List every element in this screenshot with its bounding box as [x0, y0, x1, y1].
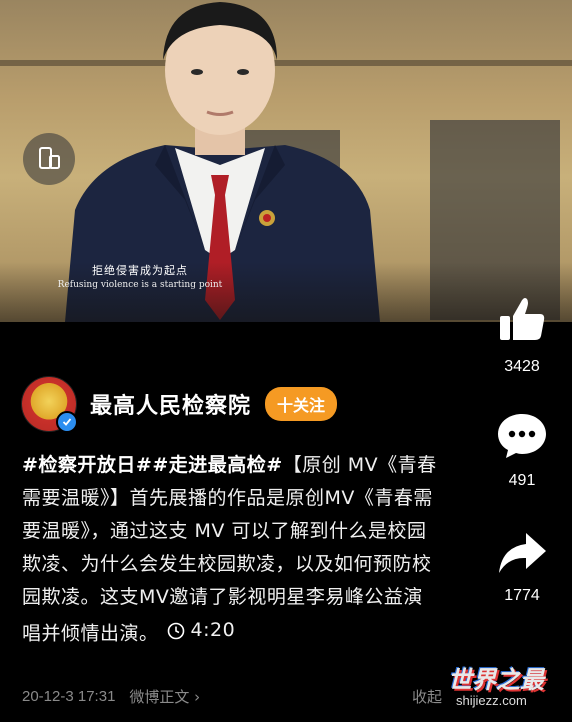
- avatar[interactable]: [22, 377, 78, 433]
- cast-button[interactable]: [23, 133, 75, 185]
- watermark: 世界之最 shijiezz.com: [448, 660, 568, 708]
- account-name[interactable]: 最高人民检察院: [90, 388, 251, 420]
- comment-button[interactable]: 491: [487, 410, 557, 490]
- account-row: 最高人民检察院 十关注: [22, 376, 338, 433]
- video-subtitle: 拒绝侵害成为起点 Refusing violence is a starting…: [40, 262, 240, 290]
- source-link[interactable]: 微博正文 ›: [129, 686, 200, 707]
- comment-count: 491: [508, 472, 536, 489]
- post-text: #检察开放日##走进最高检#【原创 MV《青春需要温暖》】首先展播的作品是原创M…: [22, 449, 442, 651]
- like-count: 3428: [504, 358, 540, 375]
- video-duration[interactable]: 4:20: [167, 614, 236, 647]
- collapse-button[interactable]: 收起: [412, 686, 442, 707]
- like-button[interactable]: 3428: [487, 292, 557, 376]
- verified-icon: [56, 411, 78, 433]
- clock-icon: [167, 622, 184, 639]
- subtitle-english: Refusing violence is a starting point: [57, 280, 223, 290]
- cast-screen-icon: [39, 147, 60, 169]
- meta-row: 20-12-3 17:31 微博正文 › 收起: [22, 684, 442, 708]
- watermark-text: 世界之最: [448, 666, 544, 694]
- watermark-url: shijiezz.com: [456, 693, 527, 708]
- share-count: 1774: [504, 587, 540, 604]
- duration-text: 4:20: [190, 619, 236, 641]
- video-player[interactable]: 拒绝侵害成为起点 Refusing violence is a starting…: [0, 0, 572, 322]
- comment-bubble-icon: [498, 414, 546, 458]
- thumbs-up-icon: [500, 298, 545, 340]
- follow-button[interactable]: 十关注: [265, 387, 338, 421]
- share-button[interactable]: 1774: [487, 527, 557, 605]
- subtitle-chinese: 拒绝侵害成为起点: [92, 264, 188, 277]
- share-arrow-icon: [499, 533, 546, 573]
- post-hashtags[interactable]: #检察开放日##走进最高检#: [22, 454, 283, 476]
- post-date: 20-12-3 17:31: [22, 687, 116, 705]
